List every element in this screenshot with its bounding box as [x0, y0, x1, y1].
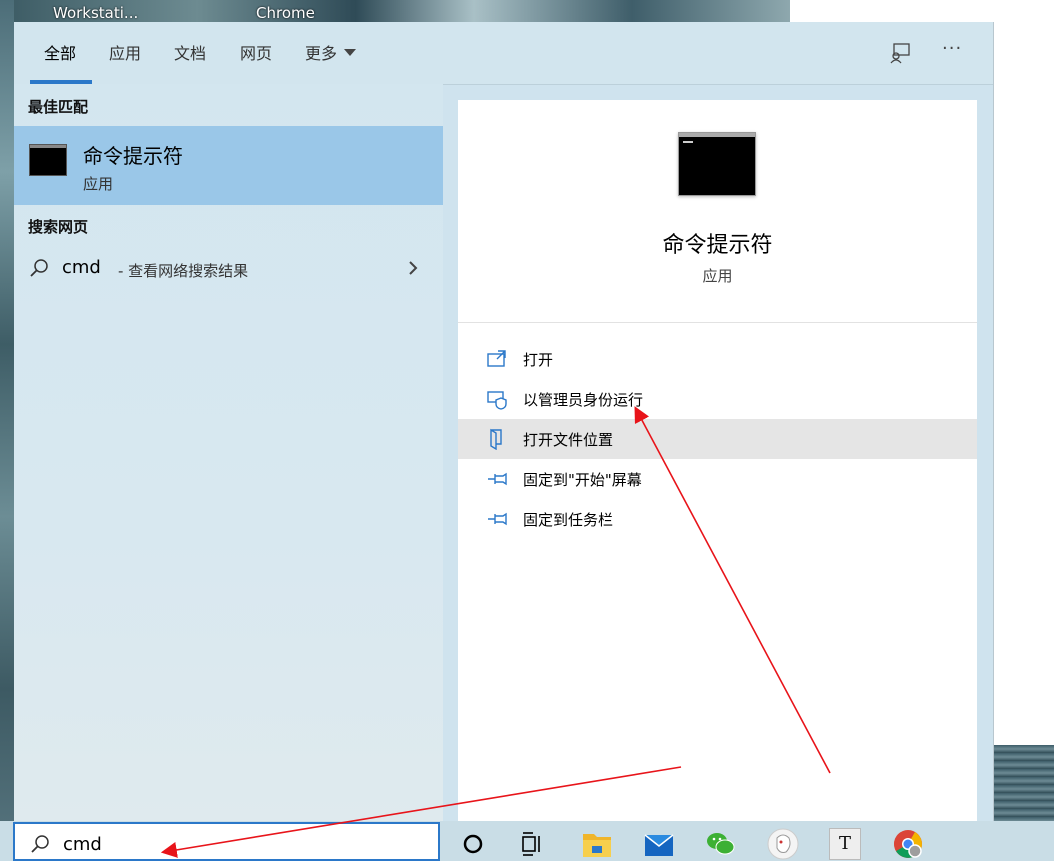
web-search-heading: 搜索网页	[28, 218, 89, 236]
best-match-heading: 最佳匹配	[28, 98, 89, 116]
ellipsis-icon[interactable]: ···	[942, 38, 966, 62]
task-view-icon[interactable]	[517, 828, 549, 860]
search-icon	[31, 835, 49, 853]
action-open[interactable]: 打开	[458, 339, 977, 379]
cortana-icon[interactable]	[457, 828, 489, 860]
tab-apps[interactable]: 应用	[109, 40, 141, 64]
app-icon[interactable]	[767, 828, 799, 860]
best-match-name: 命令提示符	[83, 144, 183, 168]
start-search-panel: 全部 应用 文档 网页 更多 ··· 最佳匹配 命令提示符 应用 搜索网页 cm…	[14, 22, 994, 821]
typora-icon[interactable]: T	[829, 828, 861, 860]
app-preview-pane: 命令提示符 应用 打开 以管理员身份运行 打开文件位置 固定到"开始"屏幕 固定…	[458, 100, 977, 821]
search-input[interactable]: cmd	[63, 834, 102, 855]
results-pane: 最佳匹配 命令提示符 应用 搜索网页 cmd - 查看网络搜索结果	[14, 84, 443, 821]
web-search-result[interactable]: cmd - 查看网络搜索结果	[14, 248, 443, 288]
search-filter-tabs: 全部 应用 文档 网页 更多 ···	[14, 22, 993, 85]
chevron-right-icon	[409, 261, 418, 275]
tab-all[interactable]: 全部	[44, 40, 76, 64]
chrome-icon[interactable]	[892, 828, 924, 860]
wechat-icon[interactable]	[704, 828, 736, 860]
action-run-as-admin[interactable]: 以管理员身份运行	[458, 379, 977, 419]
action-open-file-location[interactable]: 打开文件位置	[458, 419, 977, 459]
tab-more[interactable]: 更多	[305, 40, 357, 64]
web-query-hint: - 查看网络搜索结果	[118, 262, 249, 280]
wallpaper-strip-right	[993, 745, 1054, 823]
wallpaper-strip-left	[0, 0, 14, 861]
tab-documents[interactable]: 文档	[174, 40, 206, 64]
pin-taskbar-icon	[488, 512, 507, 526]
file-explorer-icon[interactable]	[581, 828, 613, 860]
desktop-icon-label[interactable]: Workstati...	[53, 5, 138, 22]
preview-app-type: 应用	[702, 267, 733, 285]
file-location-icon	[490, 428, 502, 450]
chevron-down-icon	[344, 49, 357, 56]
taskbar-search-box[interactable]: cmd	[13, 822, 440, 861]
action-label: 以管理员身份运行	[523, 391, 644, 409]
preview-app-name: 命令提示符	[662, 233, 773, 258]
tab-more-label: 更多	[305, 44, 338, 63]
action-label: 打开	[523, 351, 554, 369]
action-label: 固定到任务栏	[523, 511, 614, 529]
action-label: 打开文件位置	[523, 431, 614, 449]
best-match-item[interactable]: 命令提示符 应用	[14, 126, 443, 205]
tab-web[interactable]: 网页	[240, 40, 272, 64]
open-icon	[487, 350, 506, 367]
command-prompt-icon	[29, 144, 67, 176]
divider	[458, 322, 977, 323]
action-pin-to-start[interactable]: 固定到"开始"屏幕	[458, 459, 977, 499]
feedback-icon[interactable]	[888, 41, 912, 65]
command-prompt-large-icon	[678, 132, 756, 196]
best-match-type: 应用	[83, 175, 114, 193]
web-query: cmd	[62, 257, 101, 278]
mail-icon[interactable]	[643, 828, 675, 860]
action-pin-to-taskbar[interactable]: 固定到任务栏	[458, 499, 977, 539]
admin-shield-icon	[487, 391, 507, 410]
pin-start-icon	[488, 472, 507, 486]
desktop-icon-label[interactable]: Chrome	[256, 5, 315, 22]
action-label: 固定到"开始"屏幕	[523, 471, 642, 489]
search-icon	[30, 259, 48, 277]
